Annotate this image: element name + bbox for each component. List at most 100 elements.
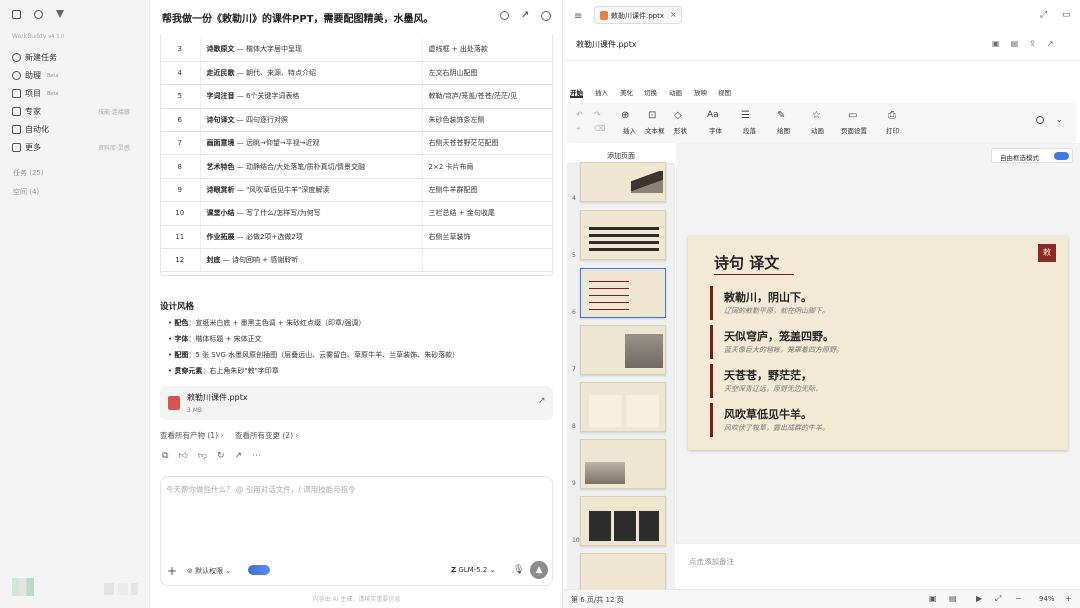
zoom-out-icon[interactable]: −: [1015, 594, 1022, 603]
translation-line: 天空深青辽远，原野无边无际，: [724, 385, 822, 393]
chat-input-box[interactable]: 今天帮你做些什么？ @ 引用对话文件，/ 调用技能与指令 + ⊘ 默认权限 ⌄ …: [160, 476, 553, 586]
fit-screen-icon[interactable]: ⤢: [995, 594, 1001, 604]
slide-thumb[interactable]: [580, 382, 666, 432]
insert-icon[interactable]: ⊕: [621, 110, 629, 121]
draw-icon[interactable]: ✎: [777, 110, 785, 121]
shape-icon[interactable]: ◇: [674, 110, 682, 121]
tab-insert[interactable]: 插入: [595, 87, 608, 97]
slide-main[interactable]: 诗句 译文 敕 敕勒川，阴山下。 辽阔的敕勒平原，就在阴山脚下。 天似穹庐，笼盖…: [688, 236, 1068, 450]
file-attachment-card[interactable]: 敕勒川课件.pptx 3 MB ↗: [160, 386, 553, 420]
notes-placeholder[interactable]: 点击添加备注: [689, 556, 734, 567]
filter-icon[interactable]: [56, 10, 64, 18]
animation-icon[interactable]: ☆: [812, 110, 821, 121]
menu-icon[interactable]: ≡: [574, 11, 582, 22]
tool-textbox[interactable]: 文本框: [645, 125, 665, 135]
more-icon[interactable]: ⋯: [252, 451, 261, 461]
sidebar-item-assistant[interactable]: 助理 Beta: [12, 70, 59, 81]
tab-animation[interactable]: 动画: [669, 87, 682, 97]
thumbs-up-icon[interactable]: 👍︎: [178, 451, 187, 461]
file-tab[interactable]: 敕勒川课件.pptx ×: [594, 6, 682, 24]
slide-thumb[interactable]: [580, 496, 666, 546]
tab-transition[interactable]: 切换: [644, 87, 657, 97]
normal-view-icon[interactable]: ▣: [929, 594, 937, 603]
slide-thumb[interactable]: [580, 162, 666, 202]
search-icon[interactable]: [500, 11, 509, 20]
microphone-icon[interactable]: 🎙︎: [513, 565, 524, 575]
add-attachment-icon[interactable]: +: [167, 564, 177, 578]
slide-thumb[interactable]: [580, 439, 666, 489]
thumbs-down-icon[interactable]: 👎︎: [198, 451, 207, 461]
retry-icon[interactable]: ↻: [217, 451, 225, 461]
notes-view-icon[interactable]: ▤: [949, 594, 957, 603]
tool-print[interactable]: 打印: [886, 125, 899, 135]
send-button[interactable]: ▲: [530, 561, 548, 579]
page-indicator: 第 6 页/共 12 页: [571, 596, 624, 604]
spaces-section[interactable]: 空间 (4): [13, 187, 39, 197]
sidebar-item-project[interactable]: 项目 Beta: [12, 88, 59, 99]
share-icon[interactable]: ↗: [1047, 39, 1054, 48]
connectors-icon[interactable]: [248, 565, 270, 575]
search-icon[interactable]: [1036, 116, 1044, 124]
row-design: 虚线框 + 出处落款: [422, 38, 553, 62]
upload-icon[interactable]: ⇪: [1029, 39, 1036, 48]
paragraph-icon[interactable]: ☰: [741, 110, 750, 121]
panel-layout-icon[interactable]: ▭: [1062, 10, 1071, 20]
model-selector[interactable]: Z GLM-5.2 ⌄: [451, 566, 495, 574]
share-icon[interactable]: ↗: [521, 11, 531, 21]
redo-icon[interactable]: ↷: [594, 110, 601, 119]
play-icon[interactable]: ▶: [976, 594, 982, 603]
tool-font[interactable]: 字体: [709, 125, 722, 135]
notes-area[interactable]: 点击添加备注: [676, 543, 1080, 589]
tool-animation[interactable]: 动画: [811, 125, 824, 135]
tool-shape[interactable]: 形状: [674, 125, 687, 135]
page-setup-icon[interactable]: ▭: [848, 110, 857, 121]
title-underline: [714, 274, 794, 275]
view-outputs-link[interactable]: 查看所有产物 (1) ›: [160, 430, 223, 441]
sidebar-item-more[interactable]: 更多 资料库·灵感: [12, 142, 130, 153]
sidebar-item-automation[interactable]: 自动化: [12, 124, 49, 135]
clear-format-icon[interactable]: ⌫: [594, 124, 605, 133]
permission-dropdown[interactable]: ⊘ 默认权限 ⌄: [187, 566, 231, 576]
textbox-icon[interactable]: ⊡: [648, 110, 656, 121]
view-changes-link[interactable]: 查看所有变更 (2) ›: [235, 430, 298, 441]
tool-draw[interactable]: 绘图: [777, 125, 790, 135]
more-subtitle: 资料库·灵感: [98, 145, 130, 152]
search-icon[interactable]: [34, 10, 43, 19]
font-icon[interactable]: Aa: [707, 110, 719, 120]
open-external-icon[interactable]: ↗: [538, 396, 546, 406]
open-folder-icon[interactable]: ▤: [1011, 39, 1019, 48]
undo-icon[interactable]: ↶: [576, 110, 583, 119]
tool-page-setup[interactable]: 页面设置: [841, 125, 867, 135]
copy-icon[interactable]: ⧉: [162, 451, 168, 461]
zoom-level[interactable]: 94%: [1039, 595, 1055, 603]
chat-input-placeholder[interactable]: 今天帮你做些什么？ @ 引用对话文件，/ 调用技能与指令: [166, 484, 356, 495]
slide-thumb[interactable]: [580, 210, 666, 260]
tab-beautify[interactable]: 美化: [620, 87, 633, 97]
tab-view[interactable]: 视图: [718, 87, 731, 97]
tab-slideshow[interactable]: 放映: [694, 87, 707, 97]
zoom-in-icon[interactable]: +: [1065, 594, 1072, 603]
history-clock-icon[interactable]: [541, 11, 551, 21]
slide-thumb-active[interactable]: [580, 268, 666, 318]
print-icon[interactable]: ⎙: [888, 110, 896, 121]
toggle-switch[interactable]: [1054, 152, 1069, 160]
slide-thumb[interactable]: [580, 325, 666, 375]
free-select-toggle[interactable]: 自由框选模式: [991, 148, 1073, 163]
design-item: • 字体：楷体标题 + 宋体正文: [168, 335, 262, 343]
tool-paragraph[interactable]: 段落: [743, 125, 756, 135]
close-tab-icon[interactable]: ×: [670, 10, 677, 19]
share-icon[interactable]: ↗: [235, 451, 243, 461]
thumb-number: 4: [572, 195, 576, 202]
save-icon[interactable]: ▣: [992, 39, 1000, 48]
sidebar-toggle-icon[interactable]: [12, 10, 21, 19]
row-design: 右侧兰草装饰: [422, 225, 553, 250]
fullscreen-icon[interactable]: ⤢: [1040, 10, 1047, 20]
slide-thumb[interactable]: [580, 553, 666, 593]
sidebar-item-expert[interactable]: 专家 技能·连接器: [12, 106, 130, 117]
sidebar-item-new-task[interactable]: 新建任务: [12, 52, 57, 63]
tool-insert[interactable]: 插入: [623, 125, 636, 135]
user-avatar[interactable]: [12, 578, 34, 596]
format-painter-icon[interactable]: ⌖: [576, 124, 581, 134]
collapse-ribbon-icon[interactable]: ⌄: [1056, 115, 1063, 124]
tasks-section[interactable]: 任务 (25): [13, 168, 44, 178]
